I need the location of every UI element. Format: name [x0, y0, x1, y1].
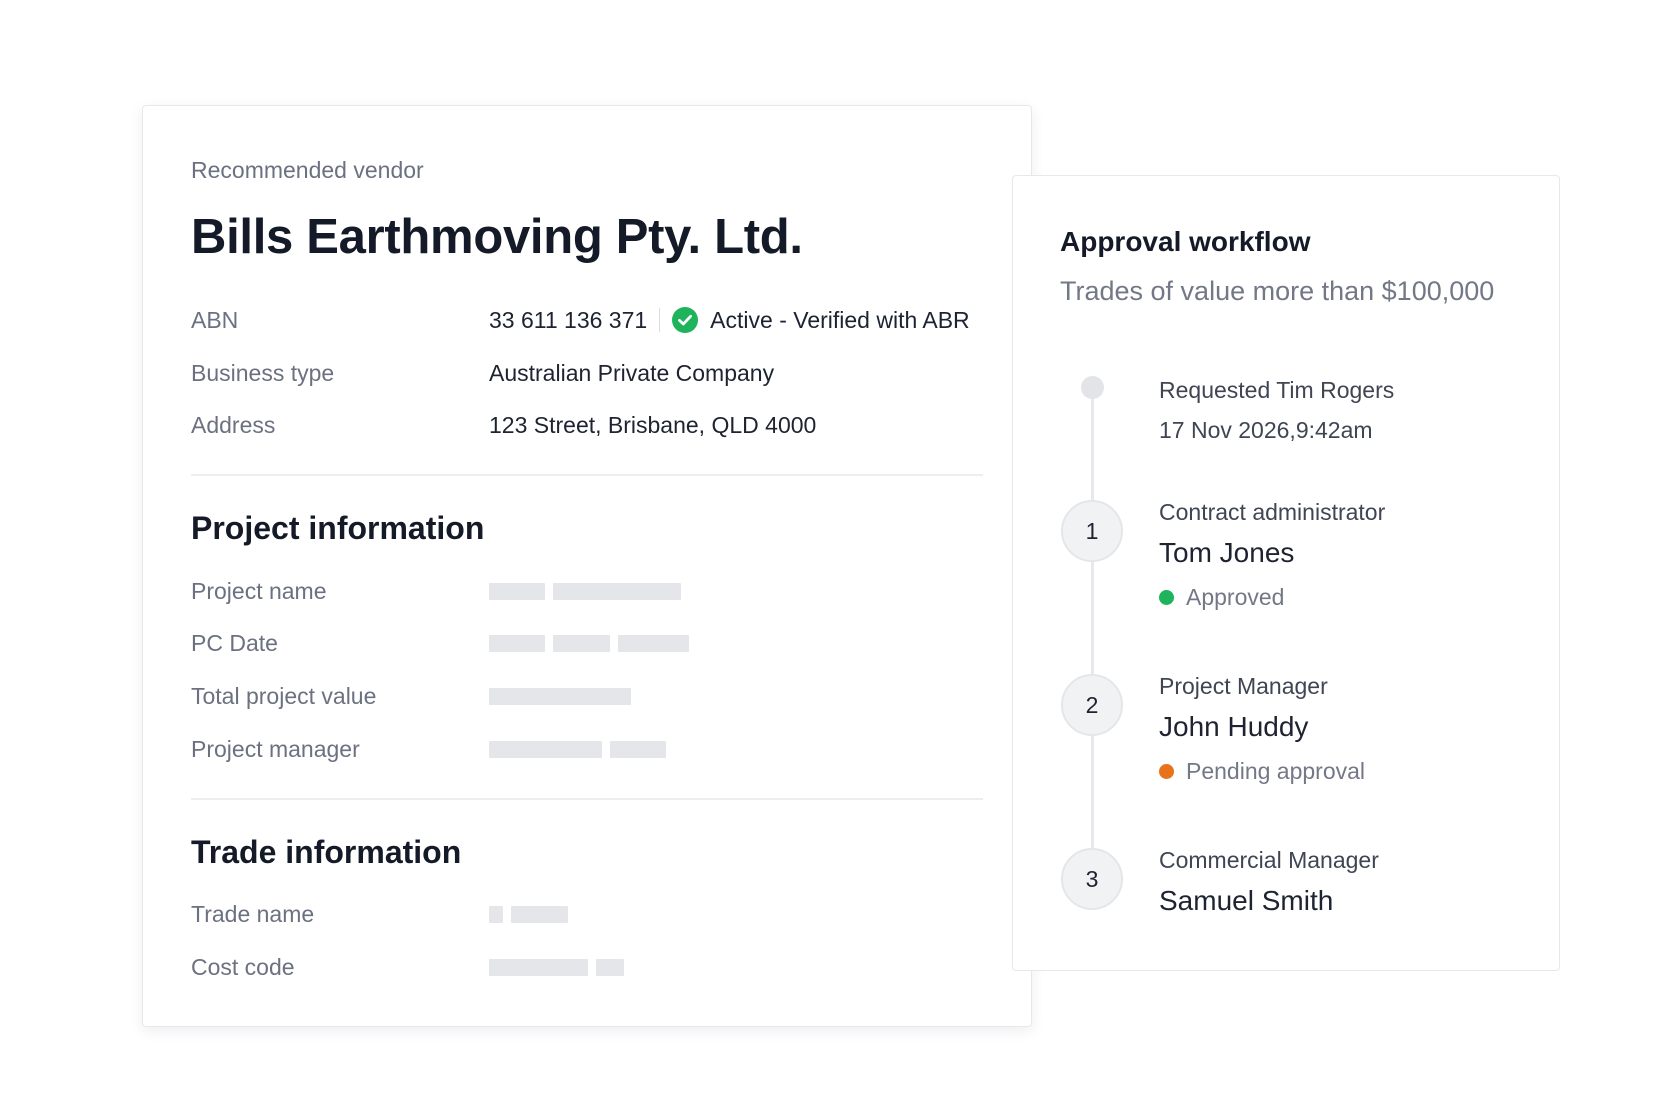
skeleton-bar [553, 634, 610, 652]
project-manager-placeholder [489, 740, 674, 758]
step-approver-name: Tom Jones [1159, 537, 1295, 568]
project-manager-label: Project manager [191, 735, 360, 762]
cost-code-row: Cost code [191, 951, 983, 983]
project-name-label: Project name [191, 577, 327, 604]
check-circle-icon [672, 307, 699, 333]
step-approver-name: John Huddy [1159, 711, 1309, 742]
section-divider [191, 798, 983, 800]
pc-date-placeholder [489, 634, 697, 652]
skeleton-bar [489, 582, 545, 600]
skeleton-bar [489, 958, 588, 976]
cost-code-label: Cost code [191, 953, 295, 980]
skeleton-bar [618, 634, 689, 652]
vendor-name: Bills Earthmoving Pty. Ltd. [191, 210, 803, 264]
pending-status-dot-icon [1159, 764, 1174, 779]
address-row: Address 123 Street, Brisbane, QLD 4000 [191, 409, 983, 441]
approved-status-dot-icon [1159, 590, 1174, 605]
step-status-label: Pending approval [1186, 758, 1366, 784]
business-type-row: Business type Australian Private Company [191, 357, 983, 389]
skeleton-bar [489, 634, 545, 652]
timeline-start-dot [1081, 376, 1104, 399]
section-divider [191, 474, 983, 476]
abn-label: ABN [191, 306, 239, 333]
business-type-value: Australian Private Company [489, 359, 775, 386]
skeleton-bar [596, 958, 624, 976]
cost-code-placeholder [489, 958, 632, 976]
skeleton-bar [511, 905, 568, 923]
timeline-track [1091, 390, 1094, 854]
requested-by: Requested Tim Rogers [1159, 377, 1395, 403]
step-status: Pending approval [1159, 758, 1365, 785]
step-number-1: 1 [1061, 500, 1123, 562]
trade-name-row: Trade name [191, 898, 983, 930]
skeleton-bar [489, 740, 602, 758]
project-name-row: Project name [191, 575, 983, 607]
step-status: Approved [1159, 584, 1385, 611]
request-entry: Requested Tim Rogers 17 Nov 2026,9:42am [1159, 374, 1394, 446]
approval-step-1: Contract administrator Tom Jones Approve… [1159, 496, 1385, 611]
skeleton-bar [489, 687, 631, 705]
step-status-label: Approved [1186, 584, 1285, 610]
trade-info-title: Trade information [191, 834, 462, 870]
approval-title: Approval workflow [1060, 226, 1311, 257]
step-role: Project Manager [1159, 673, 1328, 699]
abn-value: 33 611 136 371 [489, 306, 648, 333]
abn-value-group: 33 611 136 371 Active - Verified with AB… [489, 307, 970, 334]
approval-workflow-card: Approval workflow Trades of value more t… [1012, 175, 1560, 971]
approval-step-2: Project Manager John Huddy Pending appro… [1159, 670, 1365, 785]
step-approver-name: Samuel Smith [1159, 885, 1334, 916]
abn-status: Active - Verified with ABR [710, 306, 970, 333]
total-project-value-label: Total project value [191, 682, 377, 709]
approval-subtitle: Trades of value more than $100,000 [1060, 276, 1495, 306]
address-value: 123 Street, Brisbane, QLD 4000 [489, 411, 817, 438]
project-info-title: Project information [191, 510, 485, 546]
address-label: Address [191, 411, 276, 438]
vendor-eyebrow: Recommended vendor [191, 157, 424, 183]
trade-name-placeholder [489, 905, 576, 923]
business-type-label: Business type [191, 359, 335, 386]
project-name-placeholder [489, 582, 689, 600]
skeleton-bar [489, 905, 503, 923]
step-role: Commercial Manager [1159, 847, 1379, 873]
trade-name-label: Trade name [191, 900, 315, 927]
skeleton-bar [610, 740, 666, 758]
skeleton-bar [553, 582, 681, 600]
total-project-value-placeholder [489, 687, 639, 705]
pc-date-row: PC Date [191, 627, 983, 659]
step-role: Contract administrator [1159, 499, 1386, 525]
step-number-2: 2 [1061, 674, 1123, 736]
abn-row: ABN 33 611 136 371 Active - Verified wit… [191, 304, 983, 336]
vendor-card: Recommended vendor Bills Earthmoving Pty… [142, 105, 1032, 1027]
total-project-value-row: Total project value [191, 680, 983, 712]
step-number-3: 3 [1061, 848, 1123, 910]
approval-step-3: Commercial Manager Samuel Smith [1159, 844, 1379, 920]
request-timestamp: 17 Nov 2026,9:42am [1159, 417, 1373, 443]
value-separator [659, 308, 661, 332]
pc-date-label: PC Date [191, 629, 278, 656]
project-manager-row: Project manager [191, 733, 983, 765]
